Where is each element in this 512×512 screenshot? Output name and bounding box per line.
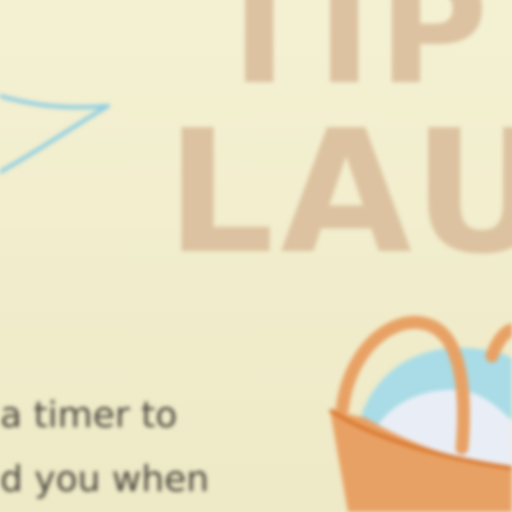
poster-title-line-1: TIP xyxy=(208,0,495,118)
blue-line-doodle-icon xyxy=(0,94,110,174)
poster-body-line-2: d you when xyxy=(0,459,210,500)
poster-body-line-1: a timer to xyxy=(0,395,178,436)
poster-title-line-2: LAU xyxy=(166,94,512,292)
poster-photo: TIP LAU a timer to d you when xyxy=(0,0,512,512)
laundry-basket-icon xyxy=(328,316,512,512)
